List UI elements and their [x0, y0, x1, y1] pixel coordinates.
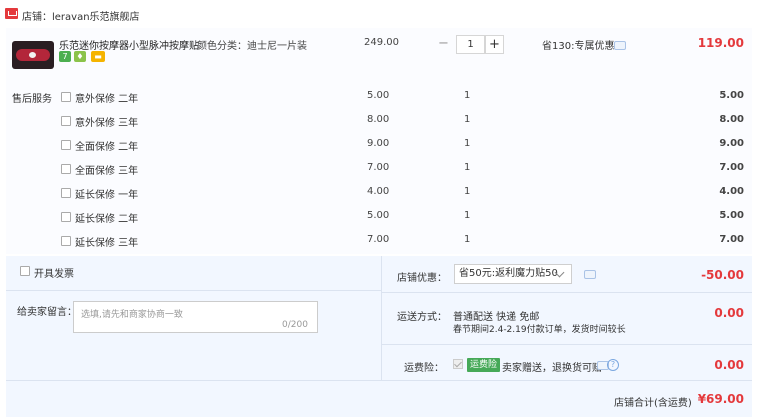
service-row: 延长保修 三年 7.00 1 7.00 [0, 228, 758, 252]
service-qty: 1 [464, 138, 471, 149]
service-row: 延长保修 二年 5.00 1 5.00 [0, 204, 758, 228]
quantity-input[interactable]: 1 [456, 35, 485, 54]
service-price: 5.00 [367, 90, 390, 101]
invoice-label[interactable]: 开具发票 [34, 265, 74, 280]
service-price: 4.00 [367, 186, 390, 197]
divider [6, 380, 752, 381]
service-name: 意外保修 二年 [75, 94, 139, 105]
insurance-amount: 0.00 [714, 358, 744, 372]
panel-divider [381, 256, 382, 380]
service-qty: 1 [464, 210, 471, 221]
service-row: 意外保修 二年 5.00 1 5.00 [0, 84, 758, 108]
shop-name-row: 店铺：leravan乐范旗舰店 [22, 8, 140, 23]
shop-total-label: 店铺合计(含运费) [614, 398, 692, 409]
invoice-checkbox[interactable] [20, 266, 30, 276]
insurance-checkbox [453, 359, 463, 369]
service-total: 9.00 [719, 138, 744, 149]
message-char-count: 0/200 [282, 320, 308, 330]
service-qty: 1 [464, 234, 471, 245]
service-total: 7.00 [719, 234, 744, 245]
service-name: 延长保修 一年 [75, 190, 139, 201]
insurance-tag: 运费险 [467, 358, 501, 372]
delivery-note: 春节期间2.4-2.19付款订单，发货时间较长 [453, 325, 626, 335]
delivery-method: 普通配送 快递 免邮 [453, 312, 540, 323]
divider [382, 292, 752, 293]
order-summary-panel [6, 256, 752, 417]
quantity-minus-button[interactable]: − [434, 35, 453, 54]
service-qty: 1 [464, 90, 471, 101]
shop-icon [5, 8, 18, 19]
shop-label: 店铺： [22, 12, 52, 23]
service-total: 7.00 [719, 162, 744, 173]
insurance-label: 运费险： [404, 363, 444, 374]
service-total: 5.00 [719, 210, 744, 221]
message-label: 给卖家留言： [17, 307, 77, 318]
service-checkbox[interactable] [61, 92, 71, 102]
service-name: 全面保修 三年 [75, 166, 139, 177]
delivery-label: 运送方式： [397, 312, 447, 323]
product-subtotal: 119.00 [697, 36, 744, 50]
product-attribute: 颜色分类：迪士尼一片装 [197, 41, 307, 52]
service-name: 意外保修 三年 [75, 118, 139, 129]
service-price: 9.00 [367, 138, 390, 149]
service-qty: 1 [464, 162, 471, 173]
service-price: 5.00 [367, 210, 390, 221]
service-name: 延长保修 三年 [75, 238, 139, 249]
shop-discount-label: 店铺优惠： [397, 273, 447, 284]
discount-text: 省130:专属优惠 [542, 41, 615, 52]
service-total: 4.00 [719, 186, 744, 197]
discount-info-icon[interactable] [584, 270, 596, 279]
service-price: 8.00 [367, 114, 390, 125]
insurance-text: 卖家赠送，退换货可赔 [502, 363, 602, 374]
service-qty: 1 [464, 114, 471, 125]
service-row: 意外保修 三年 8.00 1 8.00 [0, 108, 758, 132]
guarantee-icon: ♦ [74, 51, 86, 62]
service-row: 全面保修 二年 9.00 1 9.00 [0, 132, 758, 156]
shop-total-amount: ¥69.00 [697, 392, 744, 406]
service-name: 延长保修 二年 [75, 214, 139, 225]
divider [382, 344, 752, 345]
seven-day-return-icon: 7 [59, 51, 71, 62]
divider [6, 290, 381, 291]
product-title[interactable]: 乐范迷你按摩器小型脉冲按摩贴... [59, 37, 199, 52]
service-checkbox[interactable] [61, 236, 71, 246]
discount-info-icon[interactable] [614, 41, 626, 50]
service-name: 全面保修 二年 [75, 142, 139, 153]
shop-name-link[interactable]: leravan乐范旗舰店 [52, 12, 140, 23]
quantity-plus-button[interactable]: + [485, 35, 504, 54]
shop-discount-select[interactable]: 省50元:返利魔力贴50 [454, 264, 572, 284]
service-total: 5.00 [719, 90, 744, 101]
service-checkbox[interactable] [61, 164, 71, 174]
delivery-amount: 0.00 [714, 306, 744, 320]
message-placeholder: 选填,请先和商家协商一致 [81, 310, 183, 320]
help-icon[interactable]: ? [607, 359, 619, 371]
service-checkbox[interactable] [61, 212, 71, 222]
service-price: 7.00 [367, 234, 390, 245]
service-qty: 1 [464, 186, 471, 197]
service-checkbox[interactable] [61, 140, 71, 150]
service-checkbox[interactable] [61, 188, 71, 198]
service-row: 延长保修 一年 4.00 1 4.00 [0, 180, 758, 204]
service-total: 8.00 [719, 114, 744, 125]
service-row: 全面保修 三年 7.00 1 7.00 [0, 156, 758, 180]
shop-discount-amount: -50.00 [701, 268, 744, 282]
product-thumbnail[interactable] [12, 41, 54, 69]
service-price: 7.00 [367, 162, 390, 173]
card-pay-icon: ▬ [91, 51, 105, 62]
unit-price: 249.00 [364, 37, 399, 48]
service-checkbox[interactable] [61, 116, 71, 126]
